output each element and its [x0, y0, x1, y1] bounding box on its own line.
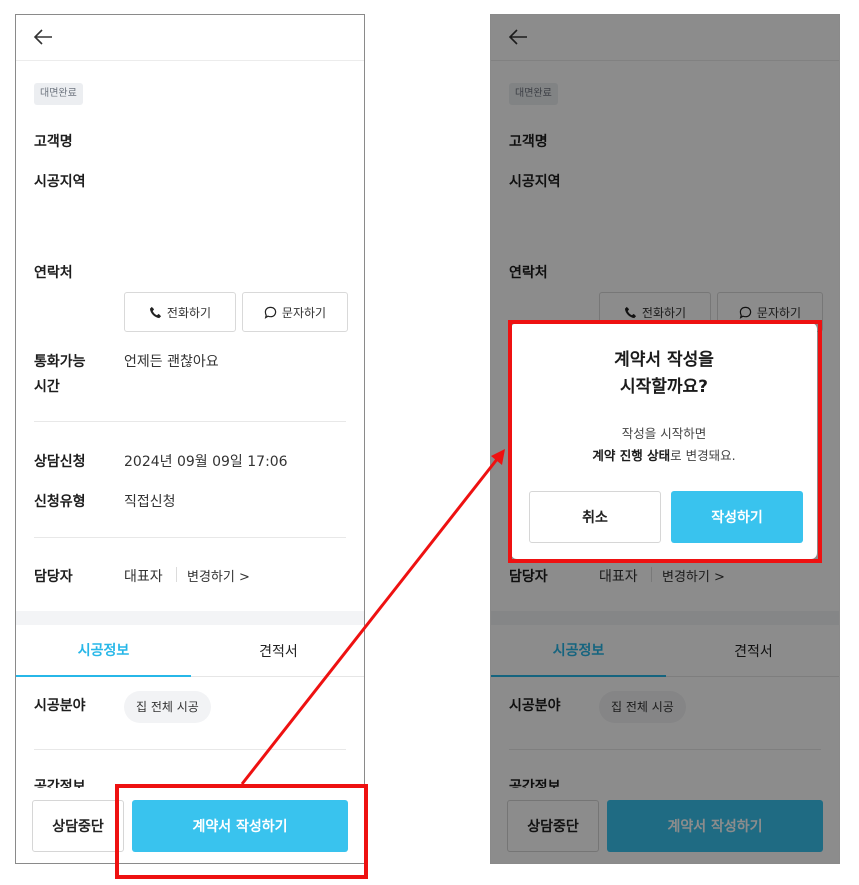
annotation-arrow [240, 449, 505, 785]
